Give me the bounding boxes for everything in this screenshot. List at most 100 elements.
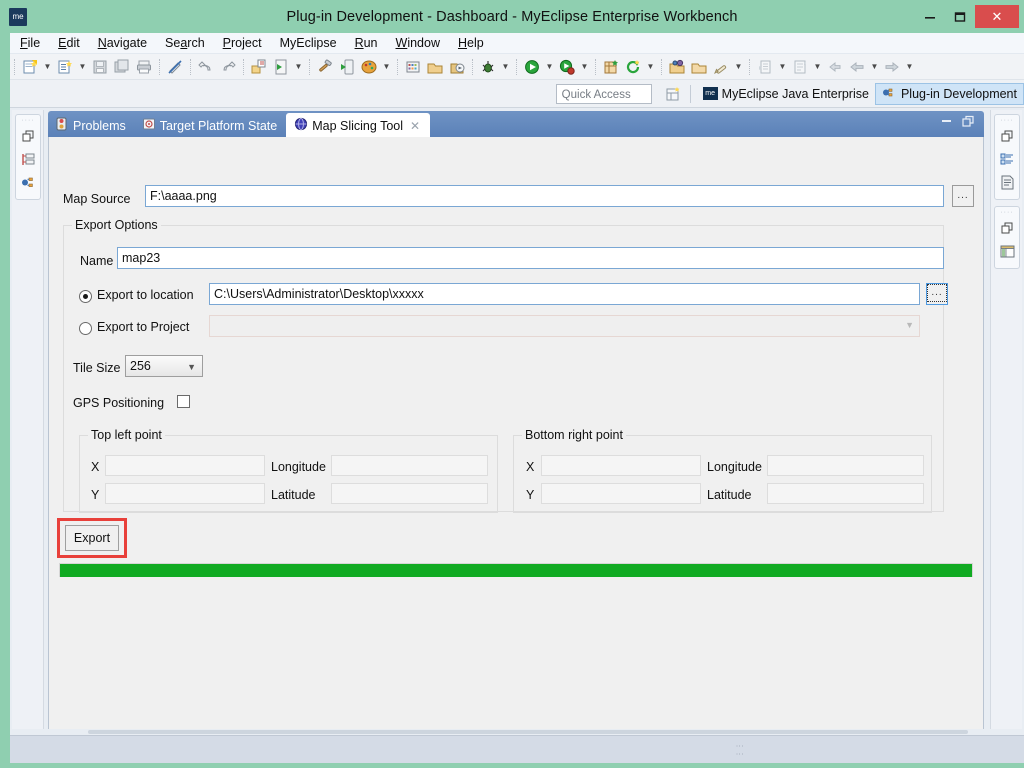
restore-icon[interactable] xyxy=(16,125,40,148)
export-to-location-radio[interactable] xyxy=(79,290,92,303)
run-external-tools-icon[interactable] xyxy=(556,56,578,78)
menu-item-myeclipse[interactable]: MyEclipse xyxy=(272,34,345,52)
export-to-location-label[interactable]: Export to location xyxy=(97,288,194,302)
bottom-right-x-label: X xyxy=(526,460,535,474)
drag-grip[interactable]: ···· xyxy=(995,209,1019,217)
tab-label: Problems xyxy=(73,118,126,133)
menu-item-run[interactable]: Run xyxy=(347,34,386,52)
menu-item-navigate[interactable]: Navigate xyxy=(90,34,155,52)
tab-map-slicing-tool[interactable]: Map Slicing Tool ✕ xyxy=(286,113,431,137)
save-icon xyxy=(89,56,111,78)
outline-icon[interactable] xyxy=(995,148,1019,171)
bottom-right-longitude-input[interactable] xyxy=(767,455,924,476)
maximize-view-icon[interactable] xyxy=(962,115,975,133)
run-last-tool-icon[interactable] xyxy=(270,56,292,78)
bottom-right-x-input[interactable] xyxy=(541,455,701,476)
name-label: Name xyxy=(80,254,114,268)
new-java-project-dropdown-icon[interactable]: ▼ xyxy=(76,56,89,78)
debug-bug-icon[interactable] xyxy=(477,56,499,78)
map-slicing-form: Map Source F:\aaaa.png ... Export Option… xyxy=(49,137,983,582)
perspective-myeclipse-java-enterprise[interactable]: me MyEclipse Java Enterprise xyxy=(697,83,875,105)
tab-problems[interactable]: Problems xyxy=(48,114,135,137)
resize-grip-icon[interactable]: ⋮⋮ xyxy=(735,742,744,758)
bottom-right-latitude-input[interactable] xyxy=(767,483,924,504)
quick-access-input[interactable]: Quick Access xyxy=(555,83,652,104)
close-icon[interactable]: ✕ xyxy=(410,119,420,133)
name-input[interactable]: map23 xyxy=(117,247,944,269)
restore-icon[interactable] xyxy=(995,217,1019,240)
toolbar-separator xyxy=(749,58,750,75)
run-green-icon[interactable] xyxy=(521,56,543,78)
map-source-browse-button[interactable]: ... xyxy=(952,185,974,207)
scrollbar-thumb[interactable] xyxy=(88,730,968,734)
workbench-body: ···· ···· ···· Problems Target Platform … xyxy=(10,108,1024,735)
map-source-label: Map Source xyxy=(63,192,131,206)
minimize-view-icon[interactable] xyxy=(940,115,953,133)
maximize-button[interactable] xyxy=(945,5,975,28)
refresh-export-icon[interactable] xyxy=(446,56,468,78)
new-plugin-icon[interactable] xyxy=(600,56,622,78)
drag-grip[interactable]: ···· xyxy=(995,117,1019,125)
right-fast-view-stack-2: ···· xyxy=(994,206,1020,269)
export-to-project-radio[interactable] xyxy=(79,322,92,335)
menu-item-help[interactable]: Help xyxy=(450,34,492,52)
export-to-location-input[interactable]: C:\Users\Administrator\Desktop\xxxxx xyxy=(209,283,920,305)
refresh-dropdown-icon[interactable]: ▼ xyxy=(644,56,657,78)
perspective-plug-in-development[interactable]: Plug-in Development xyxy=(874,82,1024,105)
refresh-circle-icon[interactable] xyxy=(622,56,644,78)
tile-size-label: Tile Size xyxy=(73,361,121,375)
toolbar-separator xyxy=(309,58,310,75)
menu-item-search[interactable]: Search xyxy=(157,34,213,52)
export-to-location-browse-button[interactable]: ... xyxy=(926,283,948,305)
export-to-project-label[interactable]: Export to Project xyxy=(97,320,189,334)
close-button[interactable]: ✕ xyxy=(975,5,1019,28)
top-left-longitude-input[interactable] xyxy=(331,455,488,476)
drag-grip[interactable]: ···· xyxy=(16,117,40,125)
chevron-down-icon: ▼ xyxy=(905,320,914,330)
run-dropdown-icon[interactable]: ▼ xyxy=(543,56,556,78)
deploy-icon[interactable] xyxy=(336,56,358,78)
menu-item-project[interactable]: Project xyxy=(215,34,270,52)
task-list-icon[interactable] xyxy=(995,171,1019,194)
web-palette-icon[interactable] xyxy=(358,56,380,78)
minimize-button[interactable] xyxy=(915,5,945,28)
plugin-dependencies-icon[interactable] xyxy=(16,171,40,194)
tile-size-combo[interactable]: 256 ▼ xyxy=(125,355,203,377)
new-java-project-icon[interactable] xyxy=(54,56,76,78)
bottom-right-latitude-label: Latitude xyxy=(707,488,752,502)
left-fast-view-stack: ···· xyxy=(15,114,41,200)
new-perspective-icon[interactable] xyxy=(662,83,684,105)
toggle-marker-icon[interactable] xyxy=(164,56,186,78)
menu-item-edit[interactable]: Edit xyxy=(50,34,88,52)
build-hammer-icon[interactable] xyxy=(314,56,336,78)
top-left-latitude-input[interactable] xyxy=(331,483,488,504)
open-perspective-icon[interactable] xyxy=(424,56,446,78)
database-icon[interactable] xyxy=(402,56,424,78)
menu-item-window[interactable]: Window xyxy=(388,34,448,52)
run-last-tool-dropdown-icon[interactable]: ▼ xyxy=(292,56,305,78)
web-palette-dropdown-icon[interactable]: ▼ xyxy=(380,56,393,78)
palette-icon[interactable] xyxy=(995,240,1019,263)
new-wizard-dropdown-icon[interactable]: ▼ xyxy=(41,56,54,78)
tile-size-value: 256 xyxy=(130,359,151,373)
top-left-latitude-label: Latitude xyxy=(271,488,316,502)
debug-dropdown-icon[interactable]: ▼ xyxy=(499,56,512,78)
open-folder-icon[interactable] xyxy=(688,56,710,78)
restore-icon[interactable] xyxy=(995,125,1019,148)
edit-dropdown-icon[interactable]: ▼ xyxy=(732,56,745,78)
run-external-dropdown-icon[interactable]: ▼ xyxy=(578,56,591,78)
map-source-input[interactable]: F:\aaaa.png xyxy=(145,185,944,207)
menu-item-file[interactable]: File xyxy=(12,34,48,52)
open-resource-icon[interactable] xyxy=(666,56,688,78)
new-wizard-icon[interactable] xyxy=(19,56,41,78)
open-type-icon[interactable] xyxy=(248,56,270,78)
package-explorer-icon[interactable] xyxy=(16,148,40,171)
edit-pencil-icon[interactable] xyxy=(710,56,732,78)
top-left-y-input[interactable] xyxy=(105,483,265,504)
top-left-x-input[interactable] xyxy=(105,455,265,476)
forward-dropdown-icon: ▼ xyxy=(905,62,914,71)
bottom-right-y-input[interactable] xyxy=(541,483,701,504)
application-window: me Plug-in Development - Dashboard - MyE… xyxy=(0,0,1024,768)
tab-target-platform-state[interactable]: Target Platform State xyxy=(135,114,286,137)
gps-positioning-checkbox[interactable] xyxy=(177,395,190,408)
